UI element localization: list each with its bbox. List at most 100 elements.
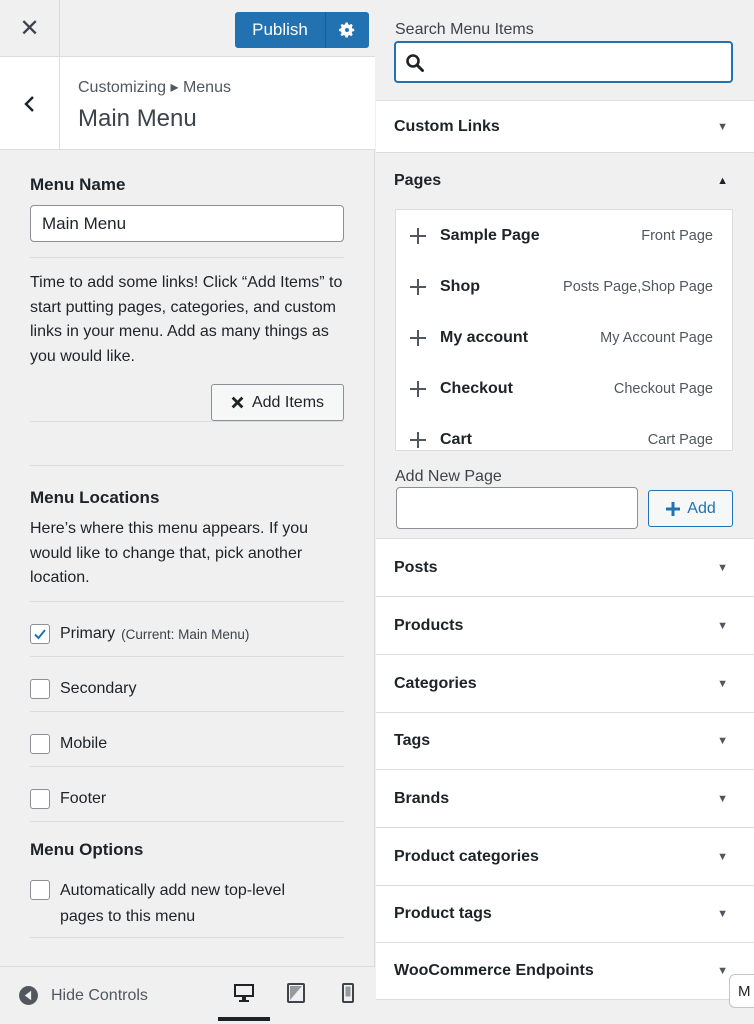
available-menu-items-panel: Search Menu Items Custom Links ▼ Pages ▲… xyxy=(376,0,754,1024)
accordion-products[interactable]: Products ▼ xyxy=(376,596,754,654)
add-new-page-label: Add New Page xyxy=(395,468,502,485)
list-item[interactable]: Sample Page Front Page xyxy=(396,210,732,262)
add-items-label: Add Items xyxy=(251,393,325,411)
add-items-button[interactable]: Add Items xyxy=(211,384,344,421)
search-label: Search Menu Items xyxy=(395,21,534,38)
location-footer[interactable]: Footer xyxy=(30,789,106,809)
location-secondary[interactable]: Secondary xyxy=(30,679,137,699)
checkmark-icon xyxy=(34,629,46,640)
publish-group: Publish xyxy=(235,12,369,48)
accordion-posts[interactable]: Posts ▼ xyxy=(376,538,754,596)
location-label: Footer xyxy=(60,790,107,807)
chevron-left-icon xyxy=(23,95,34,112)
accordion-brands[interactable]: Brands ▼ xyxy=(376,769,754,827)
accordion-title: Categories xyxy=(394,674,477,692)
page-type: Front Page xyxy=(641,227,713,244)
back-button[interactable] xyxy=(0,57,60,150)
menu-name-input[interactable] xyxy=(30,205,344,242)
customizer-controls-panel: ✕ Publish Customizing ▸ Menus Main Menu … xyxy=(0,0,375,1024)
chevron-down-icon: ▼ xyxy=(717,735,728,747)
auto-add-checkbox[interactable] xyxy=(30,880,50,900)
accordion-title: Products xyxy=(394,616,464,634)
accordion-title[interactable]: Pages xyxy=(394,172,441,190)
add-page-button[interactable]: Add xyxy=(648,490,733,527)
list-item[interactable]: Checkout Checkout Page xyxy=(396,363,732,415)
accordion-title: Custom Links xyxy=(394,117,500,135)
chevron-down-icon: ▼ xyxy=(717,792,728,805)
accordion-pages: Pages ▲ Sample Page Front Page Shop Post… xyxy=(376,152,754,538)
breadcrumb: Customizing ▸ Menus xyxy=(78,79,231,96)
footer-checkbox[interactable] xyxy=(30,789,50,809)
accordion-product-tags[interactable]: Product tags ▼ xyxy=(376,885,754,942)
menu-options-heading: Menu Options xyxy=(30,840,144,859)
accordion-woocommerce-endpoints[interactable]: WooCommerce Endpoints ▼ xyxy=(376,942,754,1000)
list-item[interactable]: Shop Posts Page,Shop Page xyxy=(396,261,732,313)
search-icon xyxy=(406,54,424,72)
location-label: Mobile xyxy=(60,735,108,752)
location-primary[interactable]: Primary (Current: Main Menu) xyxy=(30,624,249,644)
close-icon: ✕ xyxy=(19,15,40,42)
menu-locations-heading: Menu Locations xyxy=(30,488,160,507)
preview-mobile-button[interactable] xyxy=(322,983,374,1021)
menu-locations-description: Here’s where this menu appears. If you w… xyxy=(30,520,309,586)
add-new-page-input[interactable] xyxy=(396,487,638,529)
search-box[interactable] xyxy=(394,41,733,83)
page-type: Checkout Page xyxy=(613,380,713,397)
list-item[interactable]: Cart Cart Page xyxy=(396,414,732,450)
chevron-up-icon[interactable]: ▲ xyxy=(717,175,728,187)
customizer-footer: Hide Controls xyxy=(0,966,375,1024)
publish-button[interactable]: Publish xyxy=(235,12,325,48)
accordion-title: Posts xyxy=(394,558,438,576)
location-label: Secondary xyxy=(60,680,137,697)
plus-icon xyxy=(410,227,426,244)
accordion-product-categories[interactable]: Product categories ▼ xyxy=(376,827,754,885)
search-input[interactable] xyxy=(432,43,727,81)
primary-checkbox[interactable] xyxy=(30,624,50,644)
close-customizer-button[interactable]: ✕ xyxy=(0,0,60,57)
chevron-down-icon: ▼ xyxy=(717,619,728,632)
accordion-custom-links[interactable]: Custom Links ▼ xyxy=(376,100,754,152)
location-mobile[interactable]: Mobile xyxy=(30,734,107,754)
edge-tab[interactable]: M xyxy=(729,974,754,1008)
preview-tablet-button[interactable] xyxy=(270,983,322,1021)
chevron-down-icon: ▼ xyxy=(717,561,728,574)
hide-controls-label: Hide Controls xyxy=(51,986,148,1004)
preview-desktop-button[interactable] xyxy=(218,983,270,1021)
chevron-down-icon: ▼ xyxy=(717,850,728,863)
collapse-icon xyxy=(19,986,38,1005)
customizer-header: ✕ Publish xyxy=(0,0,375,57)
plus-icon xyxy=(410,329,426,346)
divider xyxy=(30,257,344,258)
list-item[interactable]: My account My Account Page xyxy=(396,312,732,364)
chevron-down-icon: ▼ xyxy=(717,908,728,920)
accordion-categories[interactable]: Categories ▼ xyxy=(376,654,754,712)
page-name: Shop xyxy=(440,277,480,295)
page-type: My Account Page xyxy=(600,329,713,346)
edge-tab-label: M xyxy=(738,982,751,1000)
divider xyxy=(30,465,344,466)
divider xyxy=(30,821,344,822)
page-name: Cart xyxy=(440,430,473,448)
accordion-title: Brands xyxy=(394,789,450,807)
page-title: Main Menu xyxy=(78,105,197,132)
plus-icon xyxy=(410,380,426,397)
publish-settings-button[interactable] xyxy=(325,12,369,48)
pages-list: Sample Page Front Page Shop Posts Page,S… xyxy=(395,209,733,451)
divider xyxy=(30,766,344,767)
page-type: Cart Page xyxy=(647,431,713,448)
hide-controls-button[interactable]: Hide Controls xyxy=(18,985,148,1006)
secondary-checkbox[interactable] xyxy=(30,679,50,699)
plus-icon xyxy=(666,501,681,516)
tablet-icon xyxy=(287,983,305,1003)
page-name: Sample Page xyxy=(440,226,540,244)
add-items-instructions: Time to add some links! Click “Add Items… xyxy=(30,274,343,365)
add-page-label: Add xyxy=(687,499,716,517)
divider xyxy=(30,421,344,422)
plus-icon xyxy=(410,431,426,448)
divider xyxy=(30,937,344,938)
page-name: My account xyxy=(440,328,529,346)
auto-add-option[interactable]: Automatically add new top-level pages to… xyxy=(30,878,330,930)
accordion-tags[interactable]: Tags ▼ xyxy=(376,712,754,769)
mobile-checkbox[interactable] xyxy=(30,734,50,754)
gear-icon xyxy=(339,22,355,38)
